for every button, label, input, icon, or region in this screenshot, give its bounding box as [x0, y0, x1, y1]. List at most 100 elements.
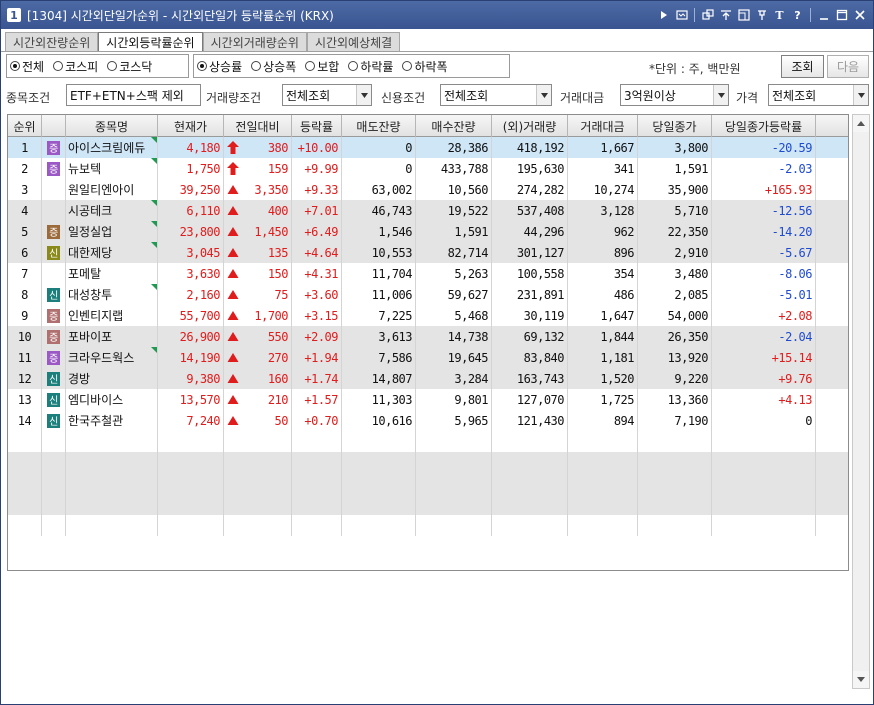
stock-name[interactable]: 원일티엔아이	[68, 181, 134, 198]
table-row[interactable]: 6 신 대한제당 3,045 135 +4.64 10,553 82,714 301,127 89…	[8, 242, 848, 263]
scroll-up-icon[interactable]	[853, 115, 869, 132]
search-button[interactable]: 조회	[781, 55, 824, 78]
cell-name[interactable]: 원일티엔아이	[66, 179, 158, 200]
stock-name[interactable]: 일정실업	[68, 223, 112, 240]
next-button[interactable]: 다음	[827, 55, 869, 78]
maximize-icon[interactable]	[834, 8, 849, 23]
copy-window-icon[interactable]	[736, 8, 751, 23]
table-row[interactable]: 5 증 일정실업 23,800 1,450 +6.49 1,546 1,591 44,296 96…	[8, 221, 848, 242]
cell-name[interactable]: 포바이포	[66, 326, 158, 347]
market-radio-kospi[interactable]: 코스피	[53, 58, 98, 75]
cell-name[interactable]: 시공테크	[66, 200, 158, 221]
header-col-badge[interactable]	[42, 115, 66, 137]
empty-table-row[interactable]	[8, 431, 848, 452]
radio-circle[interactable]	[402, 61, 413, 71]
cell-name[interactable]: 아이스크림에듀	[66, 137, 158, 158]
pin-top-icon[interactable]	[718, 8, 733, 23]
chevron-down-icon[interactable]	[356, 85, 371, 105]
chevron-down-icon[interactable]	[536, 85, 551, 105]
market-radio-kosdaq[interactable]: 코스닥	[107, 58, 152, 75]
sort-radio-flat[interactable]: 보합	[305, 58, 339, 75]
table-row[interactable]: 13 신 엠디바이스 13,570 210 +1.57 11,303 9,801 127,070…	[8, 389, 848, 410]
market-radio-all[interactable]: 전체	[10, 58, 44, 75]
radio-circle[interactable]	[197, 61, 207, 71]
title-bar[interactable]: 1 [1304] 시간외단일가순위 - 시간외단일가 등락률순위 (KRX) T…	[1, 1, 873, 29]
cell-name[interactable]: 뉴보텍	[66, 158, 158, 179]
sort-radio-fall-amount[interactable]: 하락폭	[402, 58, 448, 75]
vertical-scrollbar[interactable]	[852, 114, 870, 689]
header-col-amount[interactable]: 거래대금	[568, 115, 638, 137]
sort-radio-fall-rate[interactable]: 하락률	[348, 58, 393, 75]
header-col-change[interactable]: 전일대비	[224, 115, 292, 137]
table-row[interactable]: 12 신 경방 9,380 160 +1.74 14,807 3,284 163,743 1,52…	[8, 368, 848, 389]
sort-radio-rise-amount[interactable]: 상승폭	[251, 58, 296, 75]
credit-condition-select[interactable]: 전체조회	[440, 84, 552, 106]
tab-afterhours-expected[interactable]: 시간외예상체결	[306, 32, 401, 52]
header-col-rank[interactable]: 순위	[8, 115, 42, 137]
stock-name[interactable]: 뉴보텍	[68, 160, 101, 177]
cell-name[interactable]: 인벤티지랩	[66, 305, 158, 326]
link-icon[interactable]	[700, 8, 715, 23]
radio-circle[interactable]	[10, 61, 20, 71]
header-col-close[interactable]: 당일종가	[638, 115, 712, 137]
header-col-close-rate[interactable]: 당일종가등락률	[712, 115, 816, 137]
font-icon[interactable]: T	[772, 8, 787, 23]
table-row[interactable]: 10 증 포바이포 26,900 550 +2.09 3,613 14,738 69,132 1,…	[8, 326, 848, 347]
header-col-rate[interactable]: 등락률	[292, 115, 342, 137]
radio-circle[interactable]	[107, 61, 118, 71]
stock-name[interactable]: 크라우드웍스	[68, 349, 134, 366]
header-col-name[interactable]: 종목명	[66, 115, 158, 137]
radio-circle[interactable]	[53, 61, 64, 71]
table-row[interactable]: 8 신 대성창투 2,160 75 +3.60 11,006 59,627 231,891 486…	[8, 284, 848, 305]
stock-name[interactable]: 대한제당	[68, 244, 112, 261]
table-row[interactable]: 3 원일티엔아이 39,250 3,350 +9.33 63,002 10,560 274,2…	[8, 179, 848, 200]
stock-name[interactable]: 인벤티지랩	[68, 307, 123, 324]
table-row[interactable]: 2 증 뉴보텍 1,750 159 +9.99 0 433,788 195,630 341 1,59…	[8, 158, 848, 179]
sort-radio-rise-rate[interactable]: 상승률	[197, 58, 242, 75]
window-number-badge[interactable]: 1	[7, 8, 21, 22]
table-row[interactable]: 9 증 인벤티지랩 55,700 1,700 +3.15 7,225 5,468 30,119 1…	[8, 305, 848, 326]
help-icon[interactable]: ?	[790, 8, 805, 23]
close-icon[interactable]	[852, 8, 867, 23]
chevron-down-icon[interactable]	[853, 85, 868, 105]
cell-name[interactable]: 경방	[66, 368, 158, 389]
empty-table-row[interactable]	[8, 473, 848, 494]
cell-name[interactable]: 한국주철관	[66, 410, 158, 431]
trade-amount-select[interactable]: 3억원이상	[620, 84, 729, 106]
minimize-icon[interactable]	[816, 8, 831, 23]
radio-circle[interactable]	[305, 61, 316, 71]
pin-icon[interactable]	[754, 8, 769, 23]
tab-afterhours-change-rate[interactable]: 시간외등락률순위	[98, 32, 203, 52]
tab-afterhours-remaining[interactable]: 시간외잔량순위	[5, 32, 99, 52]
cell-name[interactable]: 일정실업	[66, 221, 158, 242]
cell-name[interactable]: 크라우드웍스	[66, 347, 158, 368]
stock-name[interactable]: 대성창투	[68, 286, 112, 303]
scroll-down-icon[interactable]	[853, 671, 869, 688]
stock-name[interactable]: 한국주철관	[68, 412, 123, 429]
stock-name[interactable]: 시공테크	[68, 202, 112, 219]
stock-name[interactable]: 엠디바이스	[68, 391, 123, 408]
header-col-ask[interactable]: 매도잔량	[342, 115, 416, 137]
stock-condition-select[interactable]: ETF+ETN+스팩 제외	[66, 84, 201, 106]
table-row[interactable]: 1 증 아이스크림에듀 4,180 380 +10.00 0 28,386 418,192 1,6…	[8, 137, 848, 158]
chevron-down-icon[interactable]	[713, 85, 728, 105]
header-col-bid[interactable]: 매수잔량	[416, 115, 492, 137]
stock-name[interactable]: 포바이포	[68, 328, 112, 345]
table-row[interactable]: 4 시공테크 6,110 400 +7.01 46,743 19,522 537,408 3,1…	[8, 200, 848, 221]
header-col-volume[interactable]: (외)거래량	[492, 115, 568, 137]
cell-name[interactable]: 대성창투	[66, 284, 158, 305]
volume-condition-select[interactable]: 전체조회	[282, 84, 372, 106]
table-row[interactable]: 11 증 크라우드웍스 14,190 270 +1.94 7,586 19,645 83,840…	[8, 347, 848, 368]
cell-name[interactable]: 포메탈	[66, 263, 158, 284]
table-row[interactable]: 7 포메탈 3,630 150 +4.31 11,704 5,263 100,558 354 3,…	[8, 263, 848, 284]
price-select[interactable]: 전체조회	[768, 84, 869, 106]
play-icon[interactable]	[656, 8, 671, 23]
tab-afterhours-volume[interactable]: 시간외거래량순위	[202, 32, 307, 52]
radio-circle[interactable]	[251, 61, 262, 71]
stock-name[interactable]: 경방	[68, 370, 90, 387]
cell-name[interactable]: 엠디바이스	[66, 389, 158, 410]
empty-table-row[interactable]	[8, 452, 848, 473]
empty-table-row[interactable]	[8, 515, 848, 536]
cell-name[interactable]: 대한제당	[66, 242, 158, 263]
stock-name[interactable]: 포메탈	[68, 265, 101, 282]
